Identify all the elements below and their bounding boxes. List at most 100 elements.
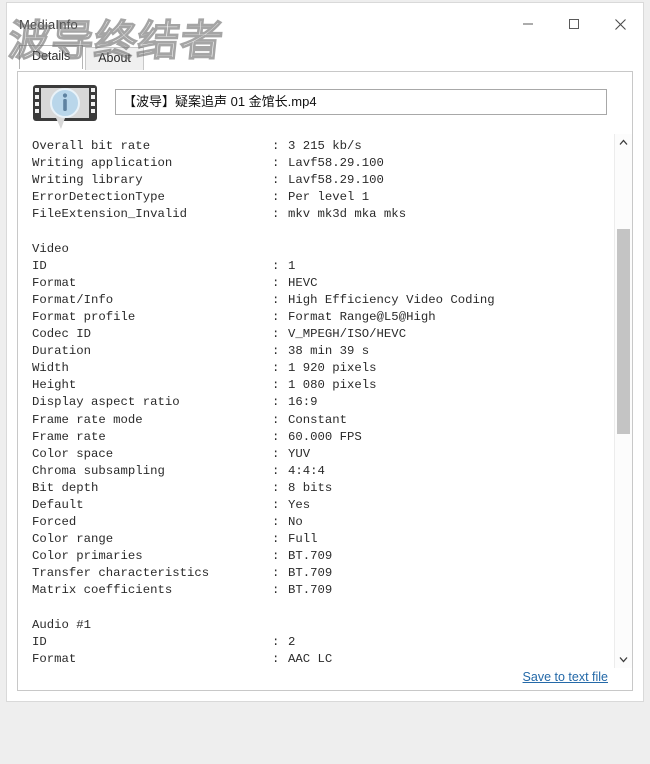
- info-row: Duration:38 min 39 s: [32, 343, 608, 360]
- info-value: 16:9: [288, 395, 318, 410]
- info-key: Height: [32, 378, 77, 393]
- info-value: 2: [288, 634, 296, 649]
- scrollbar-track[interactable]: [615, 151, 632, 651]
- info-separator: :: [272, 309, 280, 324]
- info-separator: :: [272, 463, 280, 478]
- info-blank-line: [32, 223, 608, 240]
- info-key: Color primaries: [32, 549, 143, 564]
- info-key: Overall bit rate: [32, 139, 151, 153]
- info-separator: :: [272, 446, 280, 461]
- tab-strip: Details About: [7, 45, 643, 70]
- info-separator: :: [272, 497, 280, 512]
- info-value: AAC LC: [288, 651, 333, 666]
- info-row: Overall bit rate:3 215 kb/s: [32, 138, 608, 155]
- info-row: Writing application: Lavf58.29.100: [32, 155, 608, 172]
- scrollbar-thumb[interactable]: [617, 229, 630, 434]
- info-value: 60.000 FPS: [288, 429, 362, 444]
- tab-details[interactable]: Details: [19, 45, 84, 69]
- info-row: Format/Info: High Efficiency Video Coding: [32, 292, 608, 309]
- info-value: Format Range@L5@High: [288, 309, 436, 324]
- minimize-icon: [523, 23, 533, 25]
- info-key: Codec ID: [32, 327, 92, 342]
- info-value: 1: [288, 258, 296, 273]
- info-separator: :: [272, 566, 280, 581]
- info-value: Constant: [288, 412, 348, 427]
- info-row: ErrorDetectionType: Per level 1: [32, 189, 608, 206]
- scroll-down-button[interactable]: [615, 651, 632, 668]
- info-value: No: [288, 515, 303, 530]
- details-panel: 【波导】疑案追声 01 金馆长.mp4 Overall bit rate:3 2…: [17, 71, 633, 691]
- info-key: Transfer characteristics: [32, 566, 210, 581]
- info-row: Height:1 080 pixels: [32, 377, 608, 394]
- info-separator: :: [272, 549, 280, 564]
- info-key: Matrix coefficients: [32, 583, 173, 598]
- info-key: Format/Info: [32, 292, 114, 307]
- chevron-up-icon: [619, 139, 628, 145]
- info-row: Chroma subsampling:4:4:4: [32, 463, 608, 480]
- save-to-text-file-link[interactable]: Save to text file: [523, 670, 608, 684]
- close-button[interactable]: [597, 3, 643, 45]
- info-value: Full: [288, 532, 318, 547]
- vertical-scrollbar[interactable]: [614, 134, 632, 668]
- minimize-button[interactable]: [505, 3, 551, 45]
- info-row: Color primaries: BT.709: [32, 548, 608, 565]
- info-key: Format: [32, 651, 77, 666]
- info-value: 1 920 pixels: [288, 361, 377, 376]
- info-row: Bit depth:8 bits: [32, 480, 608, 497]
- info-key: Frame rate mode: [32, 412, 143, 427]
- info-row: ID:1: [32, 258, 608, 275]
- info-separator: :: [272, 532, 280, 547]
- media-info-text: Overall bit rate:3 215 kb/s Writing appli…: [32, 138, 608, 668]
- info-value: Yes: [288, 497, 311, 512]
- info-value: BT.709: [288, 566, 333, 581]
- info-row: Display aspect ratio:16:9: [32, 394, 608, 411]
- info-row: Color space: YUV: [32, 446, 608, 463]
- info-key: FileExtension_Invalid: [32, 207, 187, 222]
- info-key: Color space: [32, 446, 114, 461]
- info-separator: :: [272, 395, 280, 410]
- info-row: Format: AAC LC: [32, 651, 608, 668]
- info-separator: :: [272, 173, 280, 188]
- window-controls: [505, 3, 643, 45]
- maximize-button[interactable]: [551, 3, 597, 45]
- mediainfo-film-info-icon: [33, 85, 97, 129]
- info-row: FileExtension_Invalid: mkv mk3d mka mks: [32, 206, 608, 223]
- close-icon: [614, 18, 626, 30]
- info-row: Codec ID: V_MPEGH/ISO/HEVC: [32, 326, 608, 343]
- info-value: Lavf58.29.100: [288, 173, 384, 188]
- info-separator: :: [272, 583, 280, 598]
- info-separator: :: [272, 327, 280, 342]
- chevron-down-icon: [619, 657, 628, 663]
- info-key: Format profile: [32, 309, 136, 324]
- info-value: 38 min 39 s: [288, 344, 370, 359]
- media-info-text-area[interactable]: Overall bit rate:3 215 kb/s Writing appli…: [32, 138, 608, 668]
- filename-field[interactable]: 【波导】疑案追声 01 金馆长.mp4: [115, 89, 607, 115]
- info-separator: :: [272, 515, 280, 530]
- info-key: Display aspect ratio: [32, 395, 180, 410]
- info-row: Forced: No: [32, 514, 608, 531]
- info-key: Duration: [32, 344, 92, 359]
- info-blank-line: [32, 600, 608, 617]
- info-key: Chroma subsampling: [32, 463, 165, 478]
- info-section-heading: Video: [32, 241, 69, 256]
- window-title: MediaInfo: [19, 16, 78, 32]
- info-value: YUV: [288, 446, 311, 461]
- info-row: Frame rate:60.000 FPS: [32, 429, 608, 446]
- info-separator: :: [272, 429, 280, 444]
- info-row: Format profile: Format Range@L5@High: [32, 309, 608, 326]
- info-separator: :: [272, 480, 280, 495]
- info-value: BT.709: [288, 549, 333, 564]
- file-row: 【波导】疑案追声 01 金馆长.mp4: [18, 80, 632, 129]
- info-key: Frame rate: [32, 429, 106, 444]
- info-value: mkv mk3d mka mks: [288, 207, 407, 222]
- tab-about[interactable]: About: [85, 47, 144, 70]
- info-value: Lavf58.29.100: [288, 156, 384, 171]
- info-value: 3 215 kb/s: [288, 139, 362, 153]
- info-separator: :: [272, 275, 280, 290]
- title-bar: MediaInfo: [7, 3, 643, 45]
- info-key: ID: [32, 258, 47, 273]
- scroll-up-button[interactable]: [615, 134, 632, 151]
- info-value: Per level 1: [288, 190, 370, 205]
- info-key: Default: [32, 497, 84, 512]
- info-row: ID:2: [32, 634, 608, 651]
